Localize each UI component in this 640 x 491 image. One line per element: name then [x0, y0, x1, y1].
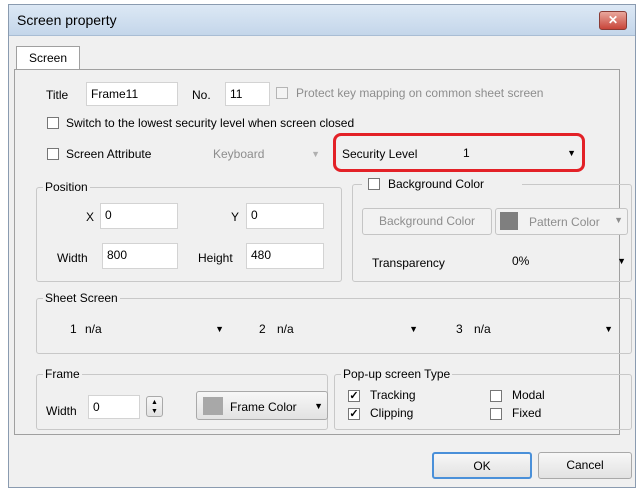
sheet-slot-1-value: n/a [85, 322, 102, 336]
y-input[interactable]: 0 [246, 203, 324, 229]
tracking-label: Tracking [370, 388, 416, 402]
caret-up-icon: ▲ [151, 399, 158, 406]
frame-color-button[interactable]: Frame Color ▼ [196, 391, 328, 420]
chevron-down-icon: ▼ [604, 324, 613, 334]
frame-width-stepper[interactable]: ▲ ▼ [146, 396, 163, 417]
window-title: Screen property [17, 12, 117, 28]
sheet-slot-3-select[interactable]: n/a ▼ [469, 318, 617, 340]
sheet-slot-2-label: 2 [259, 322, 266, 336]
width-input[interactable]: 800 [102, 243, 178, 269]
caret-down-icon: ▼ [151, 408, 158, 415]
height-label: Height [198, 251, 233, 265]
tab-screen[interactable]: Screen [16, 46, 80, 70]
frame-color-label: Frame Color [230, 400, 297, 414]
pattern-color-label: Pattern Color [529, 215, 600, 229]
screen-attribute-checkbox[interactable] [47, 148, 59, 160]
sheet-slot-3-value: n/a [474, 322, 491, 336]
close-icon: ✕ [607, 13, 619, 27]
position-group-title: Position [43, 180, 90, 194]
pattern-color-swatch [500, 212, 518, 230]
x-input[interactable]: 0 [100, 203, 178, 229]
background-color-label: Background Color [388, 177, 485, 191]
keyboard-select-value: Keyboard [213, 147, 265, 161]
title-input[interactable]: Frame11 [86, 82, 178, 106]
background-color-button[interactable]: Background Color [362, 208, 492, 235]
chevron-down-icon: ▼ [617, 256, 626, 266]
tracking-checkbox[interactable]: ✓ [348, 390, 360, 402]
fixed-label: Fixed [512, 406, 542, 420]
checkmark-icon: ✓ [349, 408, 359, 420]
checkmark-icon: ✓ [349, 390, 359, 402]
modal-label: Modal [512, 388, 545, 402]
screen-number-input[interactable]: 11 [225, 82, 270, 106]
x-label: X [86, 210, 95, 224]
width-label: Width [57, 251, 88, 265]
chevron-down-icon: ▼ [215, 324, 224, 334]
switch-lowest-security-label: Switch to the lowest security level when… [66, 116, 355, 130]
frame-width-input[interactable]: 0 [88, 395, 140, 419]
no-label: No. [192, 88, 211, 102]
sheet-slot-1-label: 1 [70, 322, 77, 336]
background-color-checkbox[interactable] [368, 178, 380, 190]
modal-checkbox[interactable] [490, 390, 502, 402]
chevron-down-icon: ▼ [409, 324, 418, 334]
transparency-select[interactable]: 0% ▼ [506, 250, 630, 272]
pattern-color-button[interactable]: Pattern Color ▼ [495, 208, 628, 235]
screen-attribute-label: Screen Attribute [66, 147, 152, 161]
clipping-checkbox[interactable]: ✓ [348, 408, 360, 420]
fixed-checkbox[interactable] [490, 408, 502, 420]
frame-color-swatch [203, 397, 223, 415]
transparency-value: 0% [512, 254, 530, 268]
title-label: Title [46, 88, 69, 102]
keyboard-select[interactable]: Keyboard ▼ [204, 143, 324, 165]
title-bar: Screen property ✕ [9, 5, 635, 36]
chevron-down-icon: ▼ [311, 149, 320, 159]
popup-type-group-title: Pop-up screen Type [341, 367, 453, 381]
frame-width-label: Width [46, 404, 77, 418]
sheet-slot-2-value: n/a [277, 322, 294, 336]
sheet-slot-2-select[interactable]: n/a ▼ [272, 318, 422, 340]
sheet-slot-3-label: 3 [456, 322, 463, 336]
ok-button[interactable]: OK [432, 452, 532, 479]
cancel-button[interactable]: Cancel [538, 452, 632, 479]
frame-group-title: Frame [43, 367, 82, 381]
protect-key-mapping-label: Protect key mapping on common sheet scre… [296, 86, 544, 100]
security-level-highlight [333, 133, 585, 172]
chevron-down-icon: ▼ [614, 215, 623, 225]
close-button[interactable]: ✕ [599, 11, 627, 30]
sheet-slot-1-select[interactable]: n/a ▼ [80, 318, 228, 340]
clipping-label: Clipping [370, 406, 414, 420]
switch-lowest-security-checkbox[interactable] [47, 117, 59, 129]
sheet-screen-group-title: Sheet Screen [43, 291, 120, 305]
transparency-label: Transparency [372, 256, 445, 270]
chevron-down-icon: ▼ [314, 401, 323, 411]
popup-type-group: Pop-up screen Type [334, 367, 632, 430]
height-input[interactable]: 480 [246, 243, 324, 269]
y-label: Y [231, 210, 240, 224]
protect-key-mapping-checkbox[interactable] [276, 87, 288, 99]
